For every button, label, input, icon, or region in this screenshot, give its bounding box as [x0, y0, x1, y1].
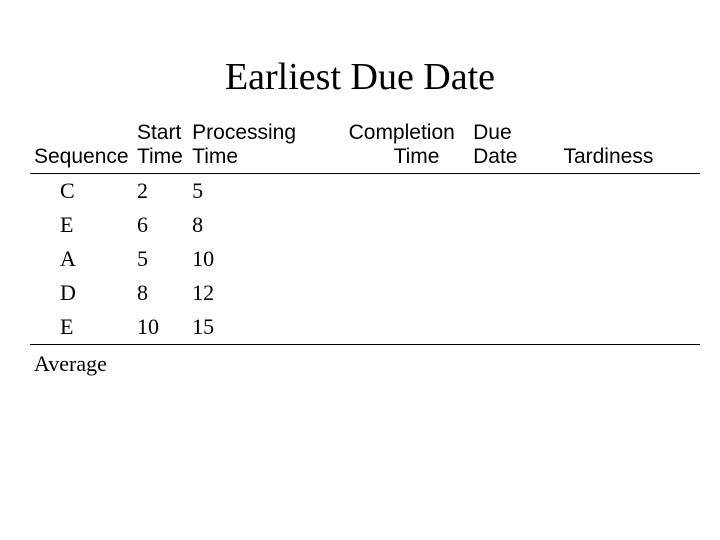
col-header-comp-l2: Time [349, 145, 440, 169]
cell-processing: 12 [188, 276, 318, 310]
table-row: D 8 12 [30, 276, 700, 310]
cell-sequence: E [30, 208, 133, 242]
cell-processing: 15 [188, 310, 318, 345]
cell-tardiness [559, 208, 700, 242]
cell-tardiness [559, 174, 700, 209]
cell-start: 10 [133, 310, 188, 345]
schedule-table: Sequence Start Time Processing Time Comp… [30, 119, 700, 381]
cell-completion [319, 208, 470, 242]
col-header-tardiness: Tardiness [559, 119, 700, 174]
table-header-row: Sequence Start Time Processing Time Comp… [30, 119, 700, 174]
table-row: C 2 5 [30, 174, 700, 209]
schedule-table-wrap: Sequence Start Time Processing Time Comp… [30, 119, 700, 381]
cell-start: 6 [133, 208, 188, 242]
cell-sequence: C [30, 174, 133, 209]
cell-completion [319, 242, 470, 276]
col-header-proc-l2: Time [192, 145, 238, 168]
cell-processing: 10 [188, 242, 318, 276]
col-header-due-l1: Due [473, 121, 512, 144]
page-title: Earliest Due Date [0, 55, 720, 99]
col-header-completion-time: Completion Time [319, 119, 470, 174]
col-header-tard-label: Tardiness [563, 145, 653, 168]
cell-start: 2 [133, 174, 188, 209]
cell-due [469, 242, 559, 276]
cell-due [469, 276, 559, 310]
table-row: E 6 8 [30, 208, 700, 242]
col-header-comp-l1: Completion [349, 121, 455, 144]
col-header-sequence: Sequence [30, 119, 133, 174]
cell-completion [319, 174, 470, 209]
cell-due [469, 310, 559, 345]
col-header-start-l2: Time [137, 145, 183, 168]
table-row: E 10 15 [30, 310, 700, 345]
cell-sequence: A [30, 242, 133, 276]
cell-processing: 5 [188, 174, 318, 209]
cell-due [469, 208, 559, 242]
col-header-processing-time: Processing Time [188, 119, 318, 174]
table-footer-row: Average [30, 345, 700, 382]
cell-start: 8 [133, 276, 188, 310]
cell-completion [319, 276, 470, 310]
cell-sequence: E [30, 310, 133, 345]
cell-tardiness [559, 310, 700, 345]
average-label: Average [30, 345, 700, 382]
col-header-due-l2: Date [473, 145, 517, 168]
cell-tardiness [559, 242, 700, 276]
table-row: A 5 10 [30, 242, 700, 276]
col-header-sequence-label: Sequence [34, 145, 129, 168]
cell-processing: 8 [188, 208, 318, 242]
col-header-proc-l1: Processing [192, 121, 296, 144]
cell-start: 5 [133, 242, 188, 276]
slide: Earliest Due Date Sequence Start Time Pr [0, 0, 720, 540]
cell-sequence: D [30, 276, 133, 310]
cell-due [469, 174, 559, 209]
cell-completion [319, 310, 470, 345]
col-header-start-time: Start Time [133, 119, 188, 174]
cell-tardiness [559, 276, 700, 310]
col-header-start-l1: Start [137, 121, 181, 144]
col-header-due-date: Due Date [469, 119, 559, 174]
